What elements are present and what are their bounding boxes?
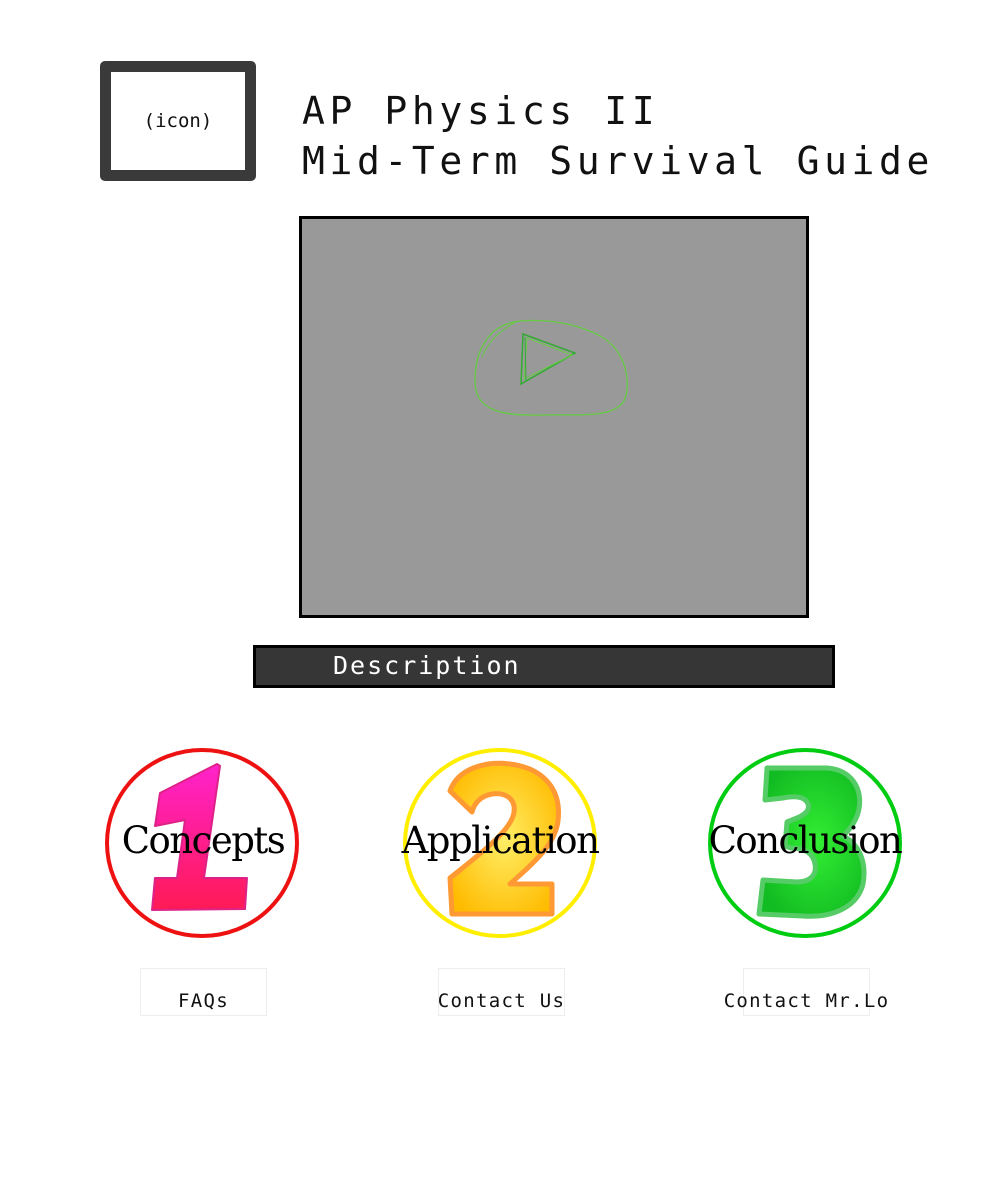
- description-label: Description: [333, 651, 521, 680]
- faqs-link-label: FAQs: [178, 990, 229, 1012]
- contact-mr-lo-link[interactable]: Contact Mr.Lo: [724, 968, 888, 1016]
- description-button[interactable]: Description: [253, 645, 835, 688]
- logo-placeholder[interactable]: (icon): [100, 61, 256, 181]
- play-button-icon[interactable]: [302, 219, 806, 615]
- video-player[interactable]: [299, 216, 809, 618]
- section-conclusion-label: Conclusion: [708, 819, 903, 862]
- contact-us-link[interactable]: Contact Us: [438, 968, 565, 1016]
- section-application-button[interactable]: Application: [402, 746, 600, 938]
- faqs-link[interactable]: FAQs: [140, 968, 267, 1016]
- page: (icon) AP Physics II Mid-Term Survival G…: [0, 0, 1000, 1200]
- section-concepts-button[interactable]: Concepts: [105, 746, 301, 938]
- contact-us-link-label: Contact Us: [437, 990, 566, 1012]
- contact-mr-lo-link-label: Contact Mr.Lo: [723, 990, 890, 1012]
- page-title-line-1: AP Physics II: [302, 89, 660, 133]
- section-conclusion-button[interactable]: Conclusion: [707, 746, 903, 938]
- section-concepts-label: Concepts: [121, 819, 286, 862]
- logo-placeholder-text: (icon): [143, 110, 213, 132]
- page-title: AP Physics II Mid-Term Survival Guide: [302, 86, 934, 186]
- section-application-label: Application: [401, 819, 600, 862]
- page-title-line-2: Mid-Term Survival Guide: [302, 139, 934, 183]
